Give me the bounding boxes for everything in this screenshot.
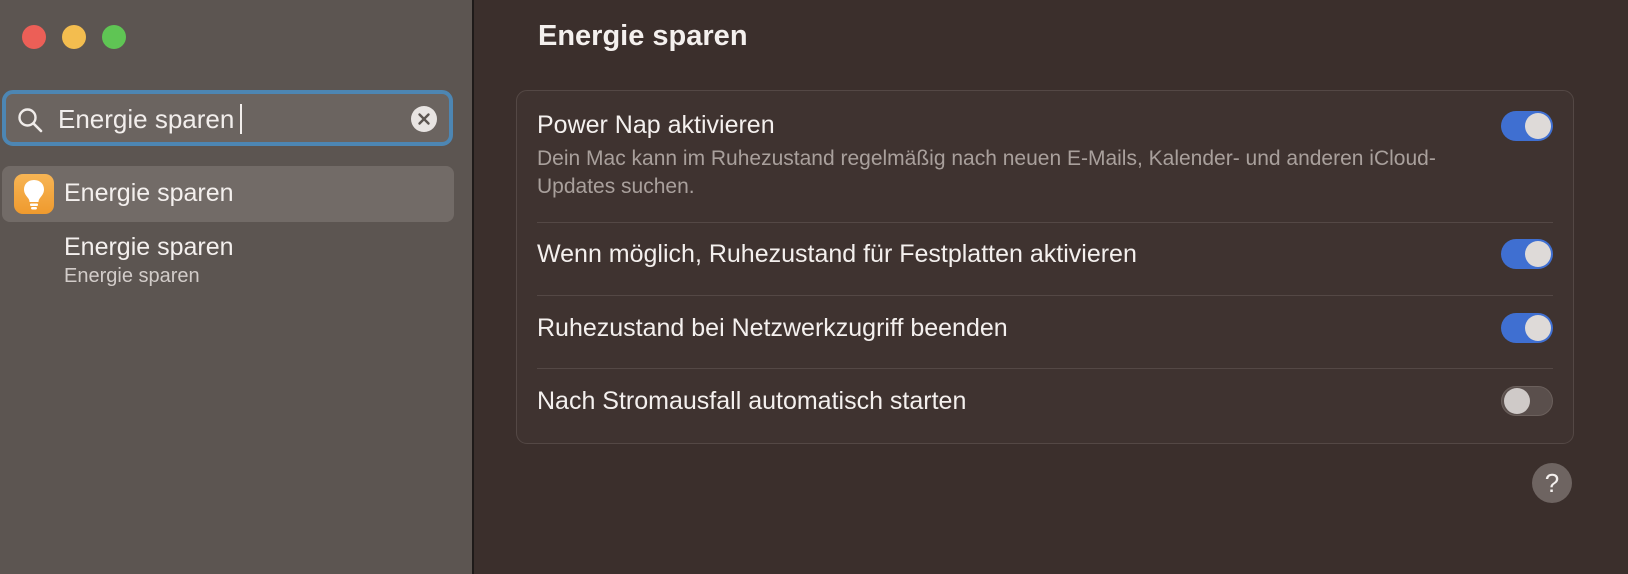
auto-restart-toggle[interactable] (1501, 386, 1553, 416)
close-window-button[interactable] (22, 25, 46, 49)
settings-panel: Power Nap aktivieren Dein Mac kann im Ru… (516, 90, 1574, 444)
text-cursor (240, 104, 242, 134)
wake-network-toggle[interactable] (1501, 313, 1553, 343)
setting-row-wake-network: Ruhezustand bei Netzwerkzugriff beenden (537, 313, 1553, 346)
search-subresult[interactable]: Energie sparen Energie sparen (64, 232, 234, 290)
subresult-subtitle: Energie sparen (64, 265, 200, 287)
subresult-title: Energie sparen (64, 233, 234, 261)
setting-row-disk-sleep: Wenn möglich, Ruhezustand für Festplatte… (537, 239, 1553, 272)
search-field[interactable] (2, 90, 453, 146)
setting-description: Dein Mac kann im Ruhezustand regelmäßig … (537, 147, 1436, 198)
window-controls (22, 25, 126, 49)
lightbulb-icon (14, 174, 54, 214)
setting-row-power-nap: Power Nap aktivieren Dein Mac kann im Ru… (537, 111, 1553, 215)
setting-label: Power Nap aktivieren (537, 111, 775, 139)
setting-row-auto-restart: Nach Stromausfall automatisch starten (537, 386, 1553, 419)
sidebar-item-energie-sparen[interactable]: Energie sparen (2, 166, 454, 222)
setting-label: Nach Stromausfall automatisch starten (537, 387, 967, 415)
divider (537, 222, 1553, 223)
zoom-window-button[interactable] (102, 25, 126, 49)
page-title: Energie sparen (538, 20, 748, 52)
search-input[interactable] (54, 102, 403, 136)
divider (537, 295, 1553, 296)
main-content: Energie sparen Power Nap aktivieren Dein… (474, 0, 1628, 574)
clear-search-icon[interactable] (411, 106, 437, 132)
minimize-window-button[interactable] (62, 25, 86, 49)
sidebar-item-label: Energie sparen (64, 179, 234, 207)
divider (537, 368, 1553, 369)
search-icon (16, 106, 44, 134)
power-nap-toggle[interactable] (1501, 111, 1553, 141)
help-button[interactable]: ? (1532, 463, 1572, 503)
settings-window: Energie sparen Energie sparen Energie sp… (0, 0, 1628, 574)
sidebar: Energie sparen Energie sparen Energie sp… (0, 0, 474, 574)
setting-label: Wenn möglich, Ruhezustand für Festplatte… (537, 240, 1137, 268)
disk-sleep-toggle[interactable] (1501, 239, 1553, 269)
setting-label: Ruhezustand bei Netzwerkzugriff beenden (537, 314, 1008, 342)
